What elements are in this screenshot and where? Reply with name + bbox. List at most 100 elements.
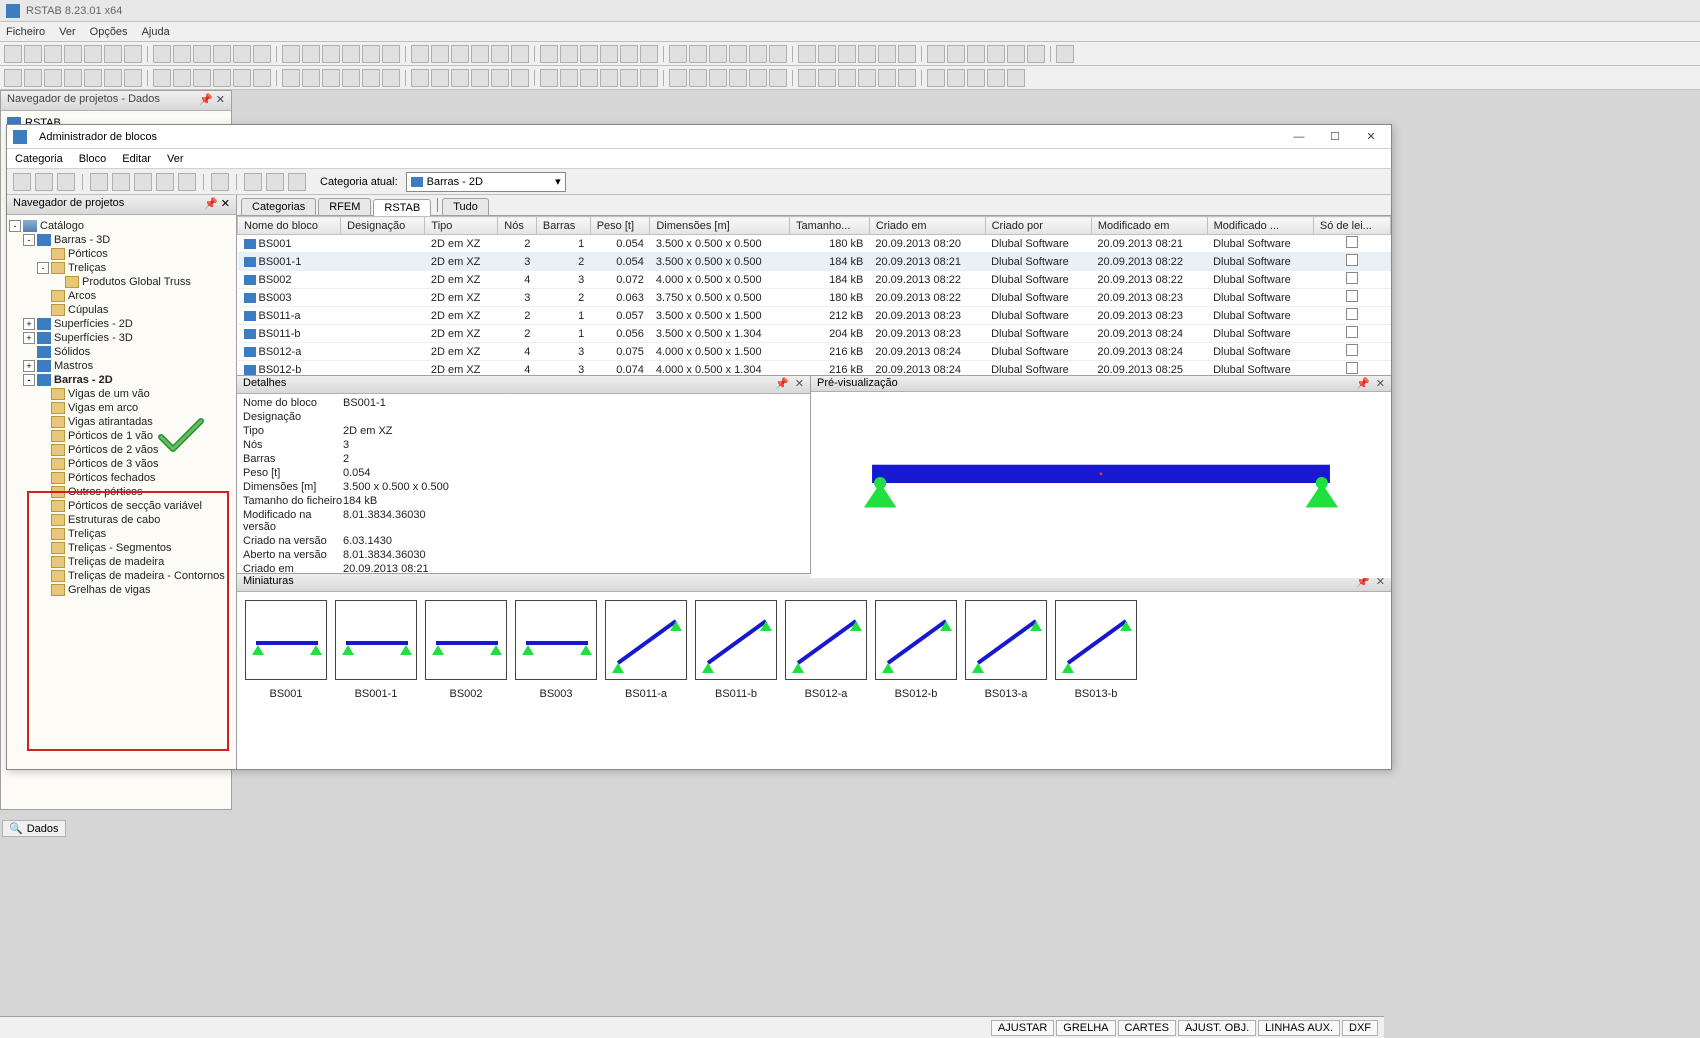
column-header[interactable]: Criado em: [869, 217, 985, 235]
tree-node[interactable]: Outros pórticos: [9, 485, 234, 499]
thumbnail[interactable]: BS001-1: [335, 600, 417, 700]
toolbar-button[interactable]: [382, 45, 400, 63]
toolbar-button[interactable]: [302, 69, 320, 87]
toolbar-button[interactable]: [342, 45, 360, 63]
tree[interactable]: - Catálogo - Barras - 3D Pórticos - Trel…: [7, 215, 236, 769]
tree-node[interactable]: Treliças de madeira: [9, 555, 234, 569]
toolbar-button[interactable]: [244, 173, 262, 191]
pin-icon[interactable]: 📌: [1356, 377, 1370, 390]
tree-node[interactable]: Sólidos: [9, 345, 234, 359]
close-icon[interactable]: ✕: [1376, 377, 1385, 390]
block-titlebar[interactable]: Administrador de blocos — ☐ ✕: [7, 125, 1391, 149]
tab-categorias[interactable]: Categorias: [241, 198, 316, 215]
toolbar-button[interactable]: [580, 69, 598, 87]
column-header[interactable]: Tamanho...: [789, 217, 869, 235]
tree-node[interactable]: Pórticos de secção variável: [9, 499, 234, 513]
toolbar-button[interactable]: [947, 45, 965, 63]
readonly-checkbox[interactable]: [1346, 236, 1358, 248]
toolbar-button[interactable]: [233, 45, 251, 63]
toolbar-button[interactable]: [431, 69, 449, 87]
thumbnail[interactable]: BS011-a: [605, 600, 687, 700]
toolbar-button[interactable]: [987, 69, 1005, 87]
menu-editar[interactable]: Editar: [122, 153, 151, 165]
tree-node[interactable]: + Superfícies - 2D: [9, 317, 234, 331]
tree-node[interactable]: Treliças: [9, 527, 234, 541]
tree-node[interactable]: Arcos: [9, 289, 234, 303]
toolbar-button[interactable]: [858, 69, 876, 87]
toolbar-button[interactable]: [491, 45, 509, 63]
toolbar-button[interactable]: [640, 69, 658, 87]
toolbar-button[interactable]: [669, 69, 687, 87]
pin-icon[interactable]: 📌 ✕: [199, 93, 225, 108]
readonly-checkbox[interactable]: [1346, 344, 1358, 356]
tree-node[interactable]: Estruturas de cabo: [9, 513, 234, 527]
tree-node[interactable]: Pórticos: [9, 247, 234, 261]
thumbnail[interactable]: BS012-a: [785, 600, 867, 700]
status-cell[interactable]: LINHAS AUX.: [1258, 1020, 1340, 1036]
toolbar-button[interactable]: [798, 45, 816, 63]
toolbar-button[interactable]: [24, 69, 42, 87]
table-row[interactable]: BS002 2D em XZ43 0.0724.000 x 0.500 x 0.…: [238, 271, 1391, 289]
toolbar-button[interactable]: [709, 45, 727, 63]
toolbar-button[interactable]: [878, 69, 896, 87]
toolbar-button[interactable]: [233, 69, 251, 87]
toolbar-button[interactable]: [104, 69, 122, 87]
table-row[interactable]: BS001-1 2D em XZ32 0.0543.500 x 0.500 x …: [238, 253, 1391, 271]
toolbar-button[interactable]: [211, 173, 229, 191]
column-header[interactable]: Criado por: [985, 217, 1091, 235]
tree-node[interactable]: Pórticos de 1 vão: [9, 429, 234, 443]
toolbar-button[interactable]: [44, 69, 62, 87]
toolbar-button[interactable]: [411, 45, 429, 63]
tree-toggle[interactable]: +: [23, 360, 35, 372]
category-select[interactable]: Barras - 2D ▾: [406, 172, 566, 192]
toolbar-button[interactable]: [362, 69, 380, 87]
tree-toggle[interactable]: -: [23, 234, 35, 246]
toolbar-button[interactable]: [560, 45, 578, 63]
toolbar-button[interactable]: [1007, 45, 1025, 63]
readonly-checkbox[interactable]: [1346, 272, 1358, 284]
tree-toggle[interactable]: +: [23, 318, 35, 330]
menu-ver[interactable]: Ver: [59, 26, 76, 38]
tree-toggle[interactable]: +: [23, 332, 35, 344]
status-cell[interactable]: AJUST. OBJ.: [1178, 1020, 1256, 1036]
close-icon[interactable]: ✕: [795, 377, 804, 392]
toolbar-button[interactable]: [491, 69, 509, 87]
toolbar-button[interactable]: [818, 45, 836, 63]
menu-opcoes[interactable]: Opções: [90, 26, 128, 38]
thumbnail[interactable]: BS013-b: [1055, 600, 1137, 700]
tree-toggle[interactable]: -: [9, 220, 21, 232]
toolbar-button[interactable]: [1027, 45, 1045, 63]
toolbar-button[interactable]: [44, 45, 62, 63]
toolbar-button[interactable]: [288, 173, 306, 191]
toolbar-button[interactable]: [13, 173, 31, 191]
readonly-checkbox[interactable]: [1346, 308, 1358, 320]
toolbar-button[interactable]: [4, 45, 22, 63]
toolbar-button[interactable]: [173, 45, 191, 63]
tree-node[interactable]: Pórticos fechados: [9, 471, 234, 485]
toolbar-button[interactable]: [104, 45, 122, 63]
menu-ficheiro[interactable]: Ficheiro: [6, 26, 45, 38]
column-header[interactable]: Barras: [536, 217, 590, 235]
table-row[interactable]: BS001 2D em XZ21 0.0543.500 x 0.500 x 0.…: [238, 235, 1391, 253]
table-row[interactable]: BS012-a 2D em XZ43 0.0754.000 x 0.500 x …: [238, 343, 1391, 361]
readonly-checkbox[interactable]: [1346, 254, 1358, 266]
toolbar-button[interactable]: [431, 45, 449, 63]
readonly-checkbox[interactable]: [1346, 326, 1358, 338]
status-cell[interactable]: DXF: [1342, 1020, 1378, 1036]
table-row[interactable]: BS011-b 2D em XZ21 0.0563.500 x 0.500 x …: [238, 325, 1391, 343]
toolbar-button[interactable]: [471, 69, 489, 87]
readonly-checkbox[interactable]: [1346, 290, 1358, 302]
tab-rstab[interactable]: RSTAB: [373, 199, 431, 216]
toolbar-button[interactable]: [798, 69, 816, 87]
toolbar-button[interactable]: [35, 173, 53, 191]
toolbar-button[interactable]: [64, 69, 82, 87]
status-cell[interactable]: AJUSTAR: [991, 1020, 1054, 1036]
toolbar-button[interactable]: [173, 69, 191, 87]
toolbar-button[interactable]: [382, 69, 400, 87]
tree-node[interactable]: Treliças de madeira - Contornos: [9, 569, 234, 583]
thumbnail[interactable]: BS011-b: [695, 600, 777, 700]
toolbar-button[interactable]: [282, 69, 300, 87]
toolbar-button[interactable]: [124, 45, 142, 63]
toolbar-button[interactable]: [600, 69, 618, 87]
toolbar-button[interactable]: [838, 45, 856, 63]
